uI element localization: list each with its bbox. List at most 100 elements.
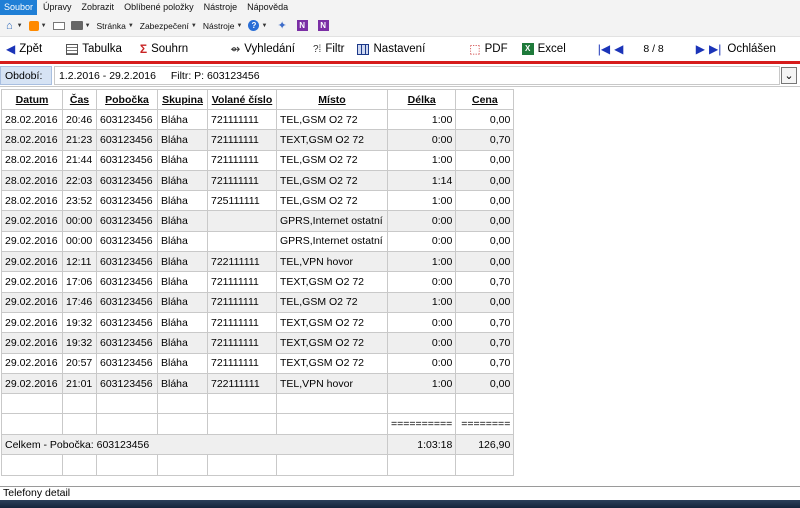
cell-date: 29.02.2016 (1, 230, 63, 253)
empty-cell (62, 393, 97, 415)
search-label: Vyhledání (244, 43, 295, 55)
first-page-button[interactable]: |◀ (598, 42, 610, 56)
column-header-called-number[interactable]: Volané číslo (207, 89, 277, 110)
table-row[interactable]: 29.02.2016 00:00 603123456 Bláha GPRS,Intern… (1, 230, 515, 253)
security-menu[interactable]: Zabezpečení ▼ (140, 21, 197, 31)
column-header-branch[interactable]: Pobočka (96, 89, 158, 110)
summary-button[interactable]: Σ Souhrn (140, 42, 188, 56)
menu-file[interactable]: Soubor (0, 0, 38, 15)
cell-date: 29.02.2016 (1, 332, 63, 354)
cell-date: 29.02.2016 (1, 352, 63, 374)
table-row[interactable]: 29.02.2016 00:00 603123456 Bláha GPRS,Intern… (1, 210, 515, 232)
table-icon (66, 43, 79, 55)
onenote-button[interactable]: N (293, 20, 308, 31)
cell-branch: 603123456 (96, 190, 158, 212)
column-header-group[interactable]: Skupina (157, 89, 208, 110)
cell-price: 0,70 (455, 271, 515, 293)
table-row[interactable]: 29.02.2016 12:11 603123456 Bláha 722111111 TE… (1, 251, 515, 273)
cell-group: Bláha (157, 291, 208, 313)
logout-button[interactable]: Ochlášen (727, 43, 776, 55)
cell-called-number: 721111111 (207, 149, 277, 171)
prev-page-button[interactable]: ◀ (614, 42, 623, 56)
table-row[interactable]: 29.02.2016 19:32 603123456 Bláha 721111111 TE… (1, 311, 515, 334)
next-page-button[interactable]: ▶ (696, 42, 705, 56)
table-row[interactable]: 29.02.2016 21:01 603123456 Bláha 722111111 TE… (1, 372, 515, 395)
mail-button[interactable] (52, 21, 65, 30)
period-dropdown-button[interactable]: ⌄ (781, 67, 797, 84)
table-row[interactable]: 28.02.2016 22:03 603123456 Bláha 721111111 TE… (1, 169, 515, 192)
page-menu[interactable]: Stránka ▼ (97, 21, 134, 31)
empty-cell (276, 454, 388, 476)
filter-button[interactable]: ?⁞ Filtr (313, 43, 345, 55)
last-page-button[interactable]: ▶| (709, 42, 723, 56)
cell-time: 21:44 (62, 149, 97, 171)
excel-button[interactable]: X Excel (521, 43, 566, 55)
cell-duration: 0:00 (386, 271, 457, 293)
cell-date: 29.02.2016 (1, 291, 63, 313)
column-header-duration[interactable]: Délka (386, 89, 457, 110)
tools-menu[interactable]: Nástroje ▼ (203, 21, 243, 31)
tools-menu-label: Nástroje (202, 20, 235, 31)
table-row[interactable]: 29.02.2016 20:57 603123456 Bláha 721111111 TE… (1, 352, 515, 374)
table-row[interactable]: 28.02.2016 20:46 603123456 Bláha 721111111 TE… (1, 108, 515, 131)
back-button[interactable]: ◀ Zpět (6, 42, 42, 56)
home-icon: ⌂ (6, 19, 13, 32)
feeds-button[interactable]: ▼ (28, 20, 47, 31)
cell-price: 0,00 (455, 149, 515, 171)
separator-price: ======== (455, 413, 515, 435)
cell-branch: 603123456 (96, 332, 158, 354)
column-header-time[interactable]: Čas (62, 89, 97, 110)
cell-called-number: 721111111 (207, 352, 277, 374)
cell-price: 0,00 (455, 251, 515, 273)
table-row[interactable]: 28.02.2016 21:23 603123456 Bláha 721111111 TE… (1, 129, 515, 151)
cell-place: TEL,GSM O2 72 (276, 291, 388, 313)
cell-price: 0,00 (455, 108, 515, 131)
filter-bar: Období: 1.2.2016 - 29.2.2016 Filtr: P: 6… (0, 64, 800, 87)
cell-called-number: 721111111 (207, 271, 277, 293)
cell-place: TEXT,GSM O2 72 (276, 352, 388, 374)
settings-button[interactable]: Nastavení (356, 43, 426, 55)
empty-cell (157, 393, 208, 415)
logout-label: Ochlášen (727, 43, 776, 55)
table-row[interactable]: 28.02.2016 23:52 603123456 Bláha 725111111 TE… (1, 190, 515, 212)
table-row[interactable]: 28.02.2016 21:44 603123456 Bláha 721111111 TE… (1, 149, 515, 171)
cell-price: 0,70 (455, 129, 515, 151)
table-label: Tabulka (82, 43, 122, 55)
column-header-place[interactable]: Místo (276, 89, 388, 110)
menu-help[interactable]: Nápověda (243, 0, 292, 15)
table-row[interactable]: 29.02.2016 17:46 603123456 Bláha 721111111 TE… (1, 291, 515, 313)
settings-label: Nastavení (373, 43, 426, 55)
pdf-button[interactable]: ⬚ PDF (469, 42, 507, 56)
menu-view[interactable]: Zobrazit (78, 0, 119, 15)
menu-tools[interactable]: Nástroje (200, 0, 242, 15)
separator-duration: ========== (386, 413, 457, 435)
search-icon: ⇴ (230, 42, 241, 56)
print-button[interactable]: ▼ (70, 21, 91, 30)
cell-date: 28.02.2016 (1, 108, 63, 131)
settings-icon (356, 43, 369, 55)
cell-called-number: 721111111 (207, 129, 277, 151)
cell-place: TEL,VPN hovor (276, 251, 388, 273)
cell-duration: 0:00 (386, 311, 457, 334)
cell-duration: 1:00 (386, 372, 457, 395)
home-button[interactable]: ⌂ ▼ (6, 20, 23, 32)
period-select[interactable]: 1.2.2016 - 29.2.2016 Filtr: P: 603123456 (54, 66, 780, 85)
cell-group: Bláha (157, 169, 208, 192)
cell-called-number (207, 230, 277, 253)
menu-edit[interactable]: Úpravy (39, 0, 76, 15)
table-row[interactable]: 29.02.2016 17:06 603123456 Bláha 721111111 TE… (1, 271, 515, 293)
table-button[interactable]: Tabulka (66, 43, 122, 55)
table-row[interactable]: 29.02.2016 19:32 603123456 Bláha 721111111 TE… (1, 332, 515, 354)
cell-time: 00:00 (62, 210, 97, 232)
column-header-date[interactable]: Datum (1, 89, 63, 110)
cell-date: 28.02.2016 (1, 149, 63, 171)
menu-favorites[interactable]: Oblíbené položky (120, 0, 198, 15)
cell-place: GPRS,Internet ostatní (276, 210, 388, 232)
cell-place: TEXT,GSM O2 72 (276, 332, 388, 354)
period-value: 1.2.2016 - 29.2.2016 (59, 70, 156, 82)
column-header-price[interactable]: Cena (455, 89, 515, 110)
onenote-linked-button[interactable]: N (314, 20, 329, 31)
accelerator-button[interactable]: ✦ (273, 19, 286, 32)
help-button[interactable]: ? ▼ (248, 20, 267, 31)
search-button[interactable]: ⇴ Vyhledání (230, 42, 295, 56)
